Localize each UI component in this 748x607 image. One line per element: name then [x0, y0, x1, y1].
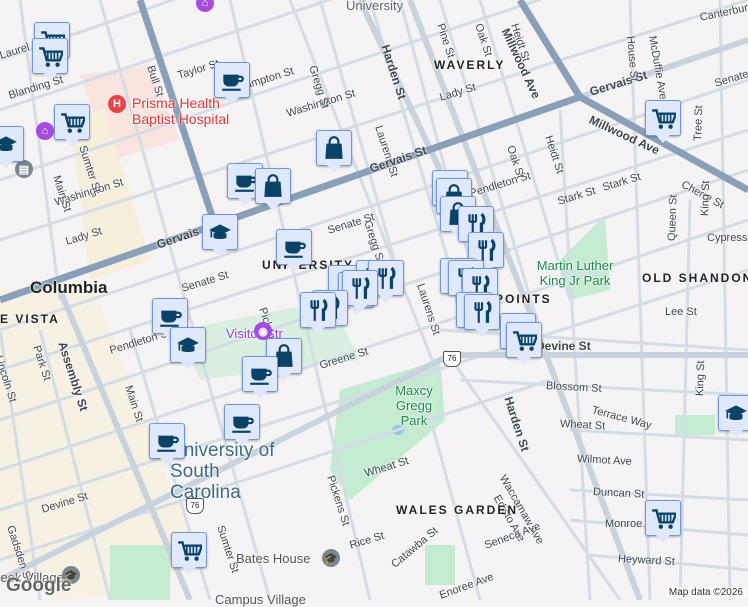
school-icon[interactable]: 🎓 — [322, 549, 340, 567]
cart-icon — [39, 47, 63, 67]
street-label: Wheat St — [559, 418, 606, 433]
neighborhood-label: WALES GARDEN — [396, 503, 519, 517]
library-icon[interactable]: ▤ — [15, 160, 33, 178]
street-label: Cypress — [707, 232, 748, 244]
cart-marker[interactable] — [171, 532, 207, 575]
hospital-icon[interactable]: H — [108, 95, 126, 113]
education-icon — [209, 224, 231, 240]
bag-icon — [325, 136, 343, 159]
restaurant-marker[interactable] — [464, 294, 500, 337]
route-shield: 76 — [186, 498, 204, 514]
street-label: Queen St — [666, 194, 680, 242]
neighborhood-label: OLD SHANDON — [642, 271, 748, 285]
street-label: King St — [694, 360, 708, 397]
coffee-icon — [222, 74, 244, 91]
university-label[interactable]: University of South Carolina — [170, 440, 290, 503]
restaurant-icon — [310, 298, 328, 321]
route-shield: 76 — [443, 351, 461, 367]
park-label[interactable]: Maxcy Gregg Park — [384, 383, 444, 428]
cart-marker[interactable] — [32, 38, 68, 81]
education-icon — [177, 337, 199, 353]
education-marker[interactable] — [718, 395, 748, 438]
cart-icon — [513, 331, 537, 351]
cart-icon — [178, 541, 202, 561]
park-label[interactable]: Martin Luther King Jr Park — [530, 258, 620, 288]
coffee-marker[interactable] — [276, 229, 312, 272]
coffee-icon — [157, 435, 179, 452]
street-label: Devine St — [536, 339, 591, 353]
education-marker[interactable] — [202, 214, 238, 257]
street-label: Monroe — [605, 518, 643, 530]
cart-marker[interactable] — [645, 100, 681, 143]
coffee-icon — [250, 368, 272, 385]
restaurant-icon — [352, 276, 370, 299]
museum-icon[interactable]: ⌂ — [36, 122, 54, 140]
education-icon — [0, 136, 17, 152]
coffee-marker[interactable] — [242, 356, 278, 399]
map-attribution[interactable]: Map data ©2026 — [665, 587, 746, 598]
cart-marker[interactable] — [506, 322, 542, 365]
cart-marker[interactable] — [645, 500, 681, 543]
coffee-marker[interactable] — [214, 62, 250, 105]
coffee-icon — [284, 241, 306, 258]
cart-icon — [652, 109, 676, 129]
coffee-marker[interactable] — [149, 423, 185, 466]
bag-icon — [264, 174, 282, 197]
coffee-marker[interactable] — [224, 404, 260, 447]
restaurant-marker[interactable] — [300, 292, 336, 335]
restaurant-icon — [474, 300, 492, 323]
education-icon — [725, 405, 747, 421]
education-marker[interactable] — [170, 327, 206, 370]
coffee-icon — [160, 310, 182, 327]
education-marker[interactable] — [0, 126, 24, 169]
street-label: King St — [699, 180, 713, 217]
city-label: Columbia — [30, 278, 108, 297]
coffee-icon — [232, 416, 254, 433]
bag-marker[interactable] — [316, 130, 352, 173]
cart-icon — [652, 509, 676, 529]
street-label: Lee St — [665, 306, 697, 318]
street-label: University — [346, 0, 404, 13]
street-label: Tree St — [692, 105, 706, 142]
place-label[interactable]: Bates House — [236, 551, 310, 566]
bag-marker[interactable] — [255, 168, 291, 211]
google-logo: Google — [6, 575, 72, 596]
cart-marker[interactable] — [54, 104, 90, 147]
neighborhood-label: WAVERLY — [434, 58, 506, 72]
cart-icon — [61, 113, 85, 133]
neighborhood-label: E VISTA — [0, 312, 60, 326]
